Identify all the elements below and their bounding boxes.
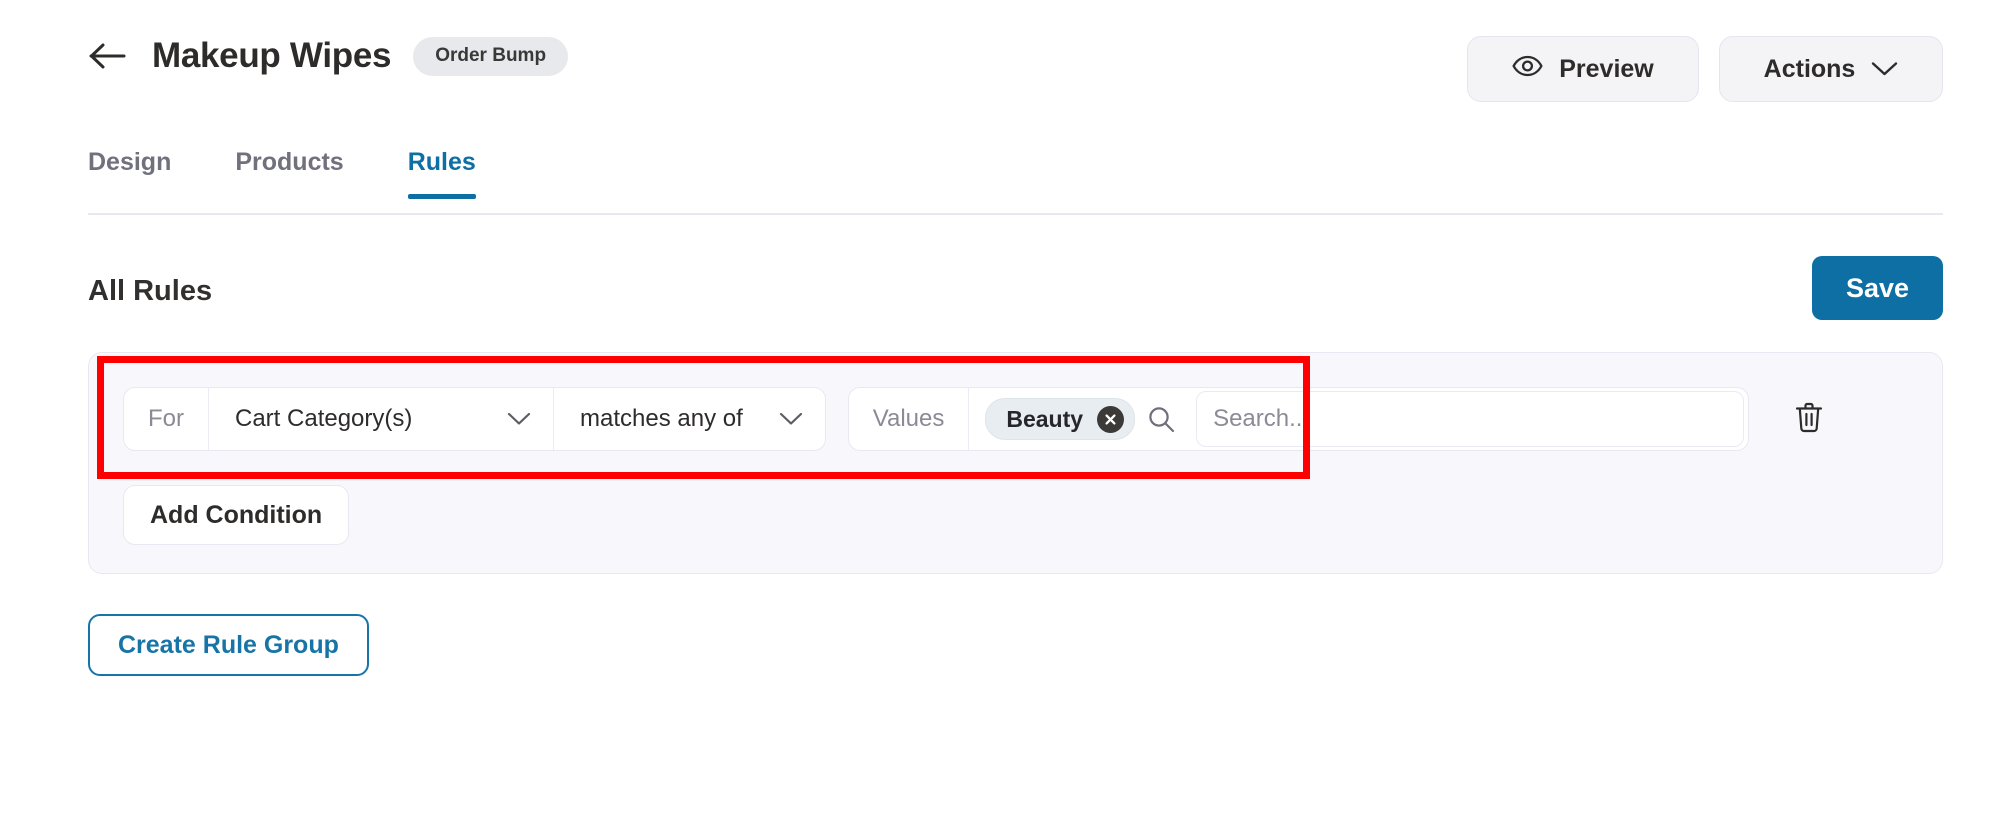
chevron-down-icon (1871, 55, 1898, 84)
values-label: Values (849, 388, 970, 450)
condition-operator-select[interactable]: matches any of (554, 388, 825, 450)
chevron-down-icon (507, 405, 531, 433)
preview-button[interactable]: Preview (1467, 36, 1699, 102)
title-area: Makeup Wipes Order Bump (152, 36, 569, 76)
for-label: For (124, 388, 209, 450)
tab-design[interactable]: Design (88, 148, 171, 199)
values-chip-list: Beauty (969, 388, 1196, 450)
condition-operator-value: matches any of (580, 405, 743, 432)
condition-values-group: Values Beauty (847, 387, 1750, 451)
status-badge: Order Bump (413, 36, 569, 76)
preview-button-label: Preview (1559, 54, 1654, 83)
value-chip-beauty[interactable]: Beauty (985, 398, 1136, 440)
tabs-divider (88, 213, 1943, 215)
condition-field-value: Cart Category(s) (235, 405, 413, 432)
condition-field-group: For Cart Category(s) matches any of (123, 387, 826, 451)
tab-products[interactable]: Products (235, 148, 343, 199)
add-condition-button[interactable]: Add Condition (123, 485, 350, 545)
create-rule-group-button[interactable]: Create Rule Group (88, 614, 369, 676)
value-chip-label: Beauty (1006, 405, 1084, 432)
save-button[interactable]: Save (1812, 256, 1943, 320)
page-header: Makeup Wipes Order Bump Preview Actions (0, 0, 1999, 118)
actions-button-label: Actions (1763, 54, 1856, 83)
header-actions: Preview Actions (1467, 36, 1943, 102)
section-title: All Rules (88, 275, 213, 307)
back-button[interactable] (88, 42, 128, 74)
chevron-down-icon (779, 405, 803, 433)
tab-rules[interactable]: Rules (407, 148, 476, 199)
search-icon (1147, 405, 1182, 434)
tab-bar: Design Products Rules (88, 148, 476, 199)
trash-icon (1793, 400, 1825, 439)
arrow-left-icon (89, 42, 127, 75)
close-circle-icon[interactable] (1097, 405, 1125, 433)
actions-button[interactable]: Actions (1719, 36, 1943, 102)
page-title: Makeup Wipes (152, 36, 392, 75)
condition-row: For Cart Category(s) matches any of Valu… (123, 387, 1833, 451)
eye-icon (1512, 55, 1543, 84)
values-search-input[interactable] (1196, 391, 1745, 447)
delete-condition-button[interactable] (1785, 395, 1833, 443)
rule-group-card: For Cart Category(s) matches any of Valu… (88, 352, 1943, 574)
condition-field-select[interactable]: Cart Category(s) (209, 388, 554, 450)
